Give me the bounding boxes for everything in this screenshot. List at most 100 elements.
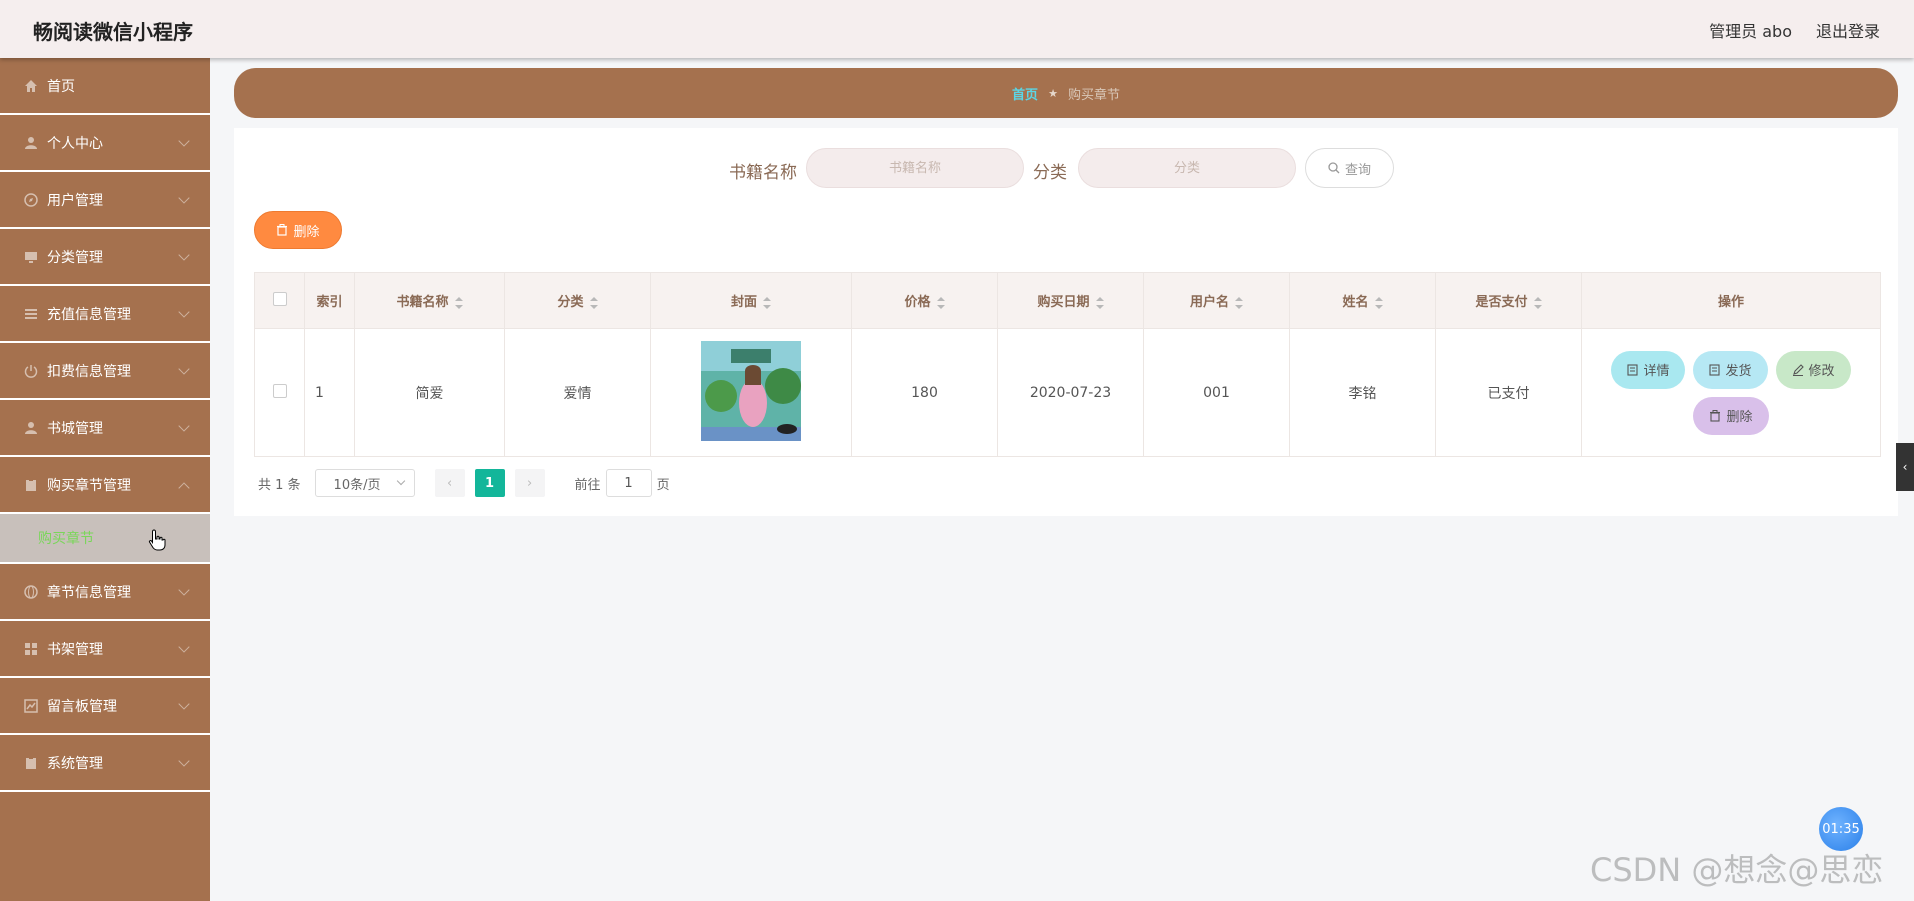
pagination: 共 1 条 10条/页 ‹ 1 › 前往 页 [258, 469, 670, 497]
chevron-down-icon [178, 306, 190, 318]
select-all-cell [254, 272, 305, 329]
sidebar-item-home[interactable]: 首页 [0, 58, 210, 115]
main-card: 书籍名称 分类 查询 删除 索引 书籍名称 分类 封面 价格 购买日期 用户名 [234, 128, 1898, 516]
col-book-name-label: 书籍名称 [396, 295, 449, 310]
clipboard-icon [23, 755, 39, 771]
cell-category: 爱情 [504, 328, 651, 457]
sidebar-item-label: 章节信息管理 [47, 584, 131, 601]
col-category-label: 分类 [557, 295, 584, 310]
chevron-down-icon [178, 420, 190, 432]
sort-icon[interactable] [454, 296, 463, 309]
col-price-label: 价格 [904, 295, 931, 310]
category-input[interactable] [1078, 148, 1296, 188]
batch-delete-button[interactable]: 删除 [254, 211, 342, 249]
sort-icon[interactable] [1374, 296, 1383, 309]
pencil-icon [1792, 363, 1804, 376]
page-size-select[interactable]: 10条/页 [314, 469, 415, 497]
power-icon [23, 363, 39, 379]
sidebar-item-label: 首页 [47, 78, 75, 95]
goto-prefix: 前往 [574, 477, 601, 493]
goto-page-input[interactable] [605, 469, 652, 497]
col-actions-label: 操作 [1717, 295, 1744, 310]
sidebar-item-label: 个人中心 [47, 135, 103, 152]
trash-icon [277, 224, 288, 236]
chart-icon [23, 698, 39, 714]
sidebar-item-category-management[interactable]: 分类管理 [0, 229, 210, 286]
search-row: 书籍名称 分类 查询 [234, 148, 1898, 188]
chevron-down-icon [178, 135, 190, 147]
edit-button[interactable]: 修改 [1775, 350, 1851, 389]
query-button[interactable]: 查询 [1305, 148, 1394, 188]
col-actions: 操作 [1581, 272, 1881, 329]
sidebar-item-label: 分类管理 [47, 249, 103, 266]
ship-button[interactable]: 发货 [1693, 350, 1768, 389]
chevron-down-icon [178, 698, 190, 710]
breadcrumb-home[interactable]: 首页 [1012, 84, 1038, 103]
chevron-left-icon: ‹ [1902, 460, 1908, 474]
sort-icon[interactable] [589, 296, 598, 309]
chevron-left-icon: ‹ [446, 475, 453, 491]
sidebar-item-user-management[interactable]: 用户管理 [0, 172, 210, 229]
next-page-button[interactable]: › [514, 469, 545, 497]
sidebar-subitem-purchase-chapter[interactable]: 购买章节 [0, 514, 210, 564]
col-cover-label: 封面 [730, 295, 757, 310]
logout-link[interactable]: 退出登录 [1816, 18, 1880, 42]
book-cover-image[interactable] [701, 340, 801, 441]
sidebar-subitem-label: 购买章节 [38, 531, 94, 547]
sidebar-item-bookstore-management[interactable]: 书城管理 [0, 400, 210, 457]
col-category[interactable]: 分类 [504, 272, 651, 329]
sort-icon[interactable] [936, 296, 945, 309]
star-icon: ★ [1048, 86, 1058, 100]
select-all-checkbox[interactable] [272, 291, 287, 306]
cell-name: 李铭 [1289, 328, 1436, 457]
col-price[interactable]: 价格 [851, 272, 998, 329]
cell-actions: 详情 发货 修改 删除 [1581, 328, 1881, 457]
col-name[interactable]: 姓名 [1289, 272, 1436, 329]
sidebar-item-bookshelf-management[interactable]: 书架管理 [0, 621, 210, 678]
page-number-current[interactable]: 1 [474, 469, 505, 497]
col-paid-label: 是否支付 [1475, 295, 1528, 310]
edit-button-label: 修改 [1808, 364, 1835, 379]
sidebar-item-system-management[interactable]: 系统管理 [0, 735, 210, 792]
collapse-handle[interactable]: ‹ [1896, 443, 1914, 491]
sort-icon[interactable] [1095, 296, 1104, 309]
chevron-down-icon [178, 192, 190, 204]
sort-icon[interactable] [1533, 296, 1542, 309]
sidebar-item-purchase-chapter-management[interactable]: 购买章节管理 [0, 457, 210, 514]
col-cover[interactable]: 封面 [650, 272, 852, 329]
col-username[interactable]: 用户名 [1143, 272, 1290, 329]
clipboard-icon [23, 477, 39, 493]
col-paid[interactable]: 是否支付 [1435, 272, 1582, 329]
delete-button[interactable]: 删除 [1693, 396, 1769, 435]
compass-icon [23, 192, 39, 208]
sort-icon[interactable] [763, 296, 771, 309]
row-checkbox[interactable] [272, 383, 287, 398]
home-icon [23, 78, 39, 94]
book-name-label: 书籍名称 [729, 163, 797, 183]
sidebar-item-personal-center[interactable]: 个人中心 [0, 115, 210, 172]
sort-icon[interactable] [1235, 296, 1243, 309]
sidebar-item-deduction-management[interactable]: 扣费信息管理 [0, 343, 210, 400]
chevron-up-icon [178, 482, 190, 494]
detail-button[interactable]: 详情 [1611, 350, 1686, 389]
breadcrumb-current: 购买章节 [1067, 87, 1120, 103]
sidebar-item-label: 充值信息管理 [47, 306, 131, 323]
admin-label: 管理员 abo [1709, 22, 1792, 41]
col-purchase-date[interactable]: 购买日期 [997, 272, 1144, 329]
col-book-name[interactable]: 书籍名称 [354, 272, 505, 329]
chevron-down-icon [178, 363, 190, 375]
sidebar-item-chapter-info-management[interactable]: 章节信息管理 [0, 564, 210, 621]
sidebar-item-recharge-management[interactable]: 充值信息管理 [0, 286, 210, 343]
sidebar-item-label: 扣费信息管理 [47, 363, 131, 380]
prev-page-button[interactable]: ‹ [434, 469, 465, 497]
chevron-right-icon: › [526, 475, 533, 491]
chevron-down-icon [178, 249, 190, 261]
sidebar-item-label: 用户管理 [47, 192, 103, 209]
table-header-row: 索引 书籍名称 分类 封面 价格 购买日期 用户名 姓名 是否支付 操作 [254, 272, 1881, 329]
breadcrumb: 首页 ★ 购买章节 [234, 68, 1898, 118]
sidebar-item-message-board-management[interactable]: 留言板管理 [0, 678, 210, 735]
top-header: 畅阅读微信小程序 管理员 abo 退出登录 [0, 0, 1914, 58]
cell-index: 1 [304, 328, 355, 457]
book-name-input[interactable] [806, 148, 1024, 188]
globe-icon [23, 584, 39, 600]
